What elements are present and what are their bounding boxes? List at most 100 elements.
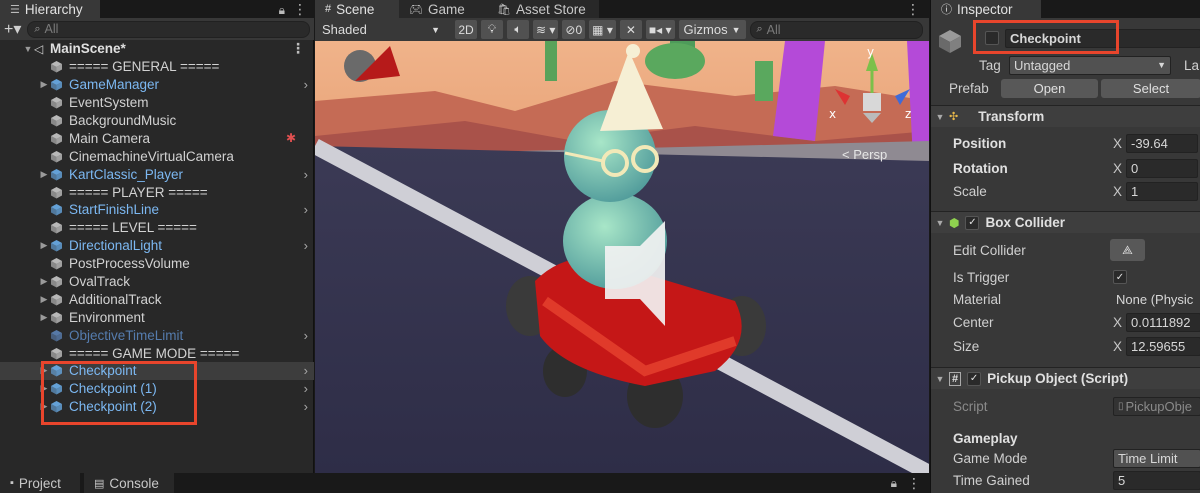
hierarchy-item[interactable]: ===== PLAYER ===== (0, 183, 314, 201)
chevron-right-icon[interactable]: › (304, 238, 308, 253)
projection-toggle[interactable]: < Persp (842, 147, 887, 162)
is-trigger-checkbox[interactable]: ✓ (1113, 270, 1127, 284)
tools-icon[interactable]: ✕ (619, 20, 642, 39)
hierarchy-item[interactable]: EventSystem (0, 94, 314, 112)
expand-arrow-icon[interactable]: ▶ (38, 240, 50, 251)
material-field[interactable]: None (Physic (1112, 290, 1200, 309)
hierarchy-item[interactable]: ▶ OvalTrack (0, 273, 314, 291)
lock-icon[interactable]: 🔒︎ (279, 3, 285, 18)
collapse-arrow-icon[interactable]: ▼ (931, 374, 949, 384)
hierarchy-item[interactable]: ▶ GameManager › (0, 76, 314, 94)
chevron-right-icon[interactable]: › (304, 167, 308, 182)
bottom-kebab-icon[interactable]: ⋮ (907, 475, 921, 492)
hierarchy-item[interactable]: BackgroundMusic (0, 112, 314, 130)
pickup-object-section-header[interactable]: ▼ # ✓ Pickup Object (Script) (931, 367, 1200, 389)
game-mode-label: Game Mode (953, 450, 1028, 466)
edit-bounds-icon: ⟁ (1122, 242, 1133, 257)
size-x-field[interactable]: 12.59655 (1126, 336, 1200, 356)
expand-arrow-icon[interactable]: ▶ (38, 365, 50, 376)
camera-icon[interactable]: ■◂ ▾ (645, 20, 675, 39)
hierarchy-item[interactable]: ▶ Environment (0, 308, 314, 326)
box-collider-section-header[interactable]: ▼ ⬢ ✓ Box Collider (931, 211, 1200, 233)
hierarchy-item[interactable]: ObjectiveTimeLimit › (0, 326, 314, 344)
hierarchy-item[interactable]: Main Camera ✱ (0, 129, 314, 147)
scene-root-row[interactable]: ▼ ◁ MainScene* ⋮ (0, 40, 314, 58)
chevron-right-icon[interactable]: › (304, 363, 308, 378)
kebab-menu-icon[interactable]: ⋮ (293, 1, 307, 18)
position-x-field[interactable]: -39.64 (1126, 133, 1198, 153)
script-label: Script (953, 398, 988, 414)
gameobject-cube-icon (51, 329, 62, 342)
hierarchy-item[interactable]: ▶ Checkpoint (1) › (0, 380, 314, 398)
center-x-field[interactable]: 0.0111892 (1126, 312, 1200, 332)
hierarchy-item[interactable]: ▶ Checkpoint › (0, 362, 314, 380)
rotation-x-field[interactable]: 0 (1126, 158, 1198, 178)
tab-inspector[interactable]: ⓘ Inspector (931, 0, 1041, 18)
gameobject-cube-icon (51, 276, 62, 288)
hierarchy-item[interactable]: CinemachineVirtualCamera (0, 147, 314, 165)
effects-toggle-icon[interactable]: ≋ ▾ (533, 20, 559, 39)
expand-arrow-icon[interactable]: ▶ (38, 383, 50, 394)
object-name-field[interactable]: Checkpoint (1005, 29, 1200, 48)
gizmos-dropdown[interactable]: Gizmos ▼ (678, 20, 746, 39)
add-icon[interactable]: +▾ (4, 19, 21, 39)
expand-arrow-icon[interactable]: ▶ (38, 312, 50, 323)
scene-viewport[interactable]: y x z < Persp (315, 41, 929, 473)
lighting-toggle-icon[interactable]: 💡︎ (481, 20, 503, 39)
chevron-right-icon[interactable]: › (304, 328, 308, 343)
hierarchy-item[interactable]: ===== GAME MODE ===== (0, 344, 314, 362)
scene-search-input[interactable]: ⌕ All (749, 20, 923, 39)
expand-arrow-icon[interactable]: ▶ (38, 169, 50, 180)
active-checkbox[interactable] (985, 31, 999, 45)
expand-arrow-icon[interactable]: ▶ (38, 79, 50, 90)
time-gained-field[interactable]: 5 (1113, 470, 1200, 490)
game-mode-dropdown[interactable]: Time Limit (1113, 448, 1200, 468)
gameobject-cube-icon (51, 240, 62, 252)
hierarchy-item[interactable]: StartFinishLine › (0, 201, 314, 219)
transform-section-header[interactable]: ▼ ✣ Transform (931, 105, 1200, 127)
prefab-select-button[interactable]: Select (1101, 78, 1200, 98)
scene-kebab-icon[interactable]: ⋮ (906, 1, 920, 18)
tab-console[interactable]: ▤ Console (84, 473, 174, 493)
expand-arrow-icon[interactable]: ▶ (38, 276, 50, 287)
chevron-right-icon[interactable]: › (304, 77, 308, 92)
audio-toggle-icon[interactable]: 🔈︎ (507, 20, 529, 39)
edit-collider-button[interactable]: ⟁ (1110, 239, 1145, 261)
tab-hierarchy[interactable]: ☰ Hierarchy (0, 0, 100, 18)
position-x-label: X (1113, 135, 1123, 151)
expand-arrow-icon[interactable]: ▶ (38, 401, 50, 412)
tab-scene[interactable]: # Scene (315, 0, 399, 18)
collapse-arrow-icon[interactable]: ▼ (931, 218, 949, 228)
hierarchy-toolbar: +▾ ⌕ All (0, 18, 314, 40)
hidden-objects-toggle[interactable]: ⊘ 0 (562, 20, 586, 39)
hierarchy-item[interactable]: ===== LEVEL ===== (0, 219, 314, 237)
tab-game[interactable]: 🎮︎ Game (399, 0, 487, 18)
chevron-left-icon: < (842, 147, 850, 162)
chevron-right-icon[interactable]: › (304, 381, 308, 396)
hierarchy-item[interactable]: ▶ Checkpoint (2) › (0, 398, 314, 416)
hierarchy-item[interactable]: ▶ AdditionalTrack (0, 290, 314, 308)
box-collider-enabled-checkbox[interactable]: ✓ (965, 215, 980, 230)
tab-asset-store[interactable]: 🛍︎ Asset Store (487, 0, 599, 18)
shading-mode-dropdown[interactable]: Shaded ▼ (317, 20, 445, 39)
scene-menu-icon[interactable]: ⋮ (291, 40, 305, 57)
tag-dropdown[interactable]: Untagged ▼ (1009, 55, 1171, 75)
grid-toggle-icon[interactable]: ▦ ▾ (589, 20, 616, 39)
hierarchy-item[interactable]: ===== GENERAL ===== (0, 58, 314, 76)
tab-project[interactable]: ▪ Project (0, 473, 80, 493)
collapse-arrow-icon[interactable]: ▼ (931, 112, 949, 122)
pickup-enabled-checkbox[interactable]: ✓ (967, 371, 982, 386)
hierarchy-item[interactable]: ▶ KartClassic_Player › (0, 165, 314, 183)
chevron-right-icon[interactable]: › (304, 399, 308, 414)
expand-arrow-icon[interactable]: ▶ (38, 294, 50, 305)
hierarchy-item[interactable]: ▶ DirectionalLight › (0, 237, 314, 255)
center-x-label: X (1113, 314, 1123, 330)
hierarchy-item[interactable]: PostProcessVolume (0, 255, 314, 273)
prefab-open-button[interactable]: Open (1001, 78, 1098, 98)
2d-toggle-button[interactable]: 2D (455, 20, 477, 39)
lock-icon[interactable]: 🔒︎ (891, 476, 897, 491)
scale-x-field[interactable]: 1 (1126, 181, 1198, 201)
expand-arrow-icon[interactable]: ▼ (22, 44, 34, 54)
hierarchy-search-input[interactable]: ⌕ All (27, 20, 310, 38)
chevron-right-icon[interactable]: › (304, 202, 308, 217)
